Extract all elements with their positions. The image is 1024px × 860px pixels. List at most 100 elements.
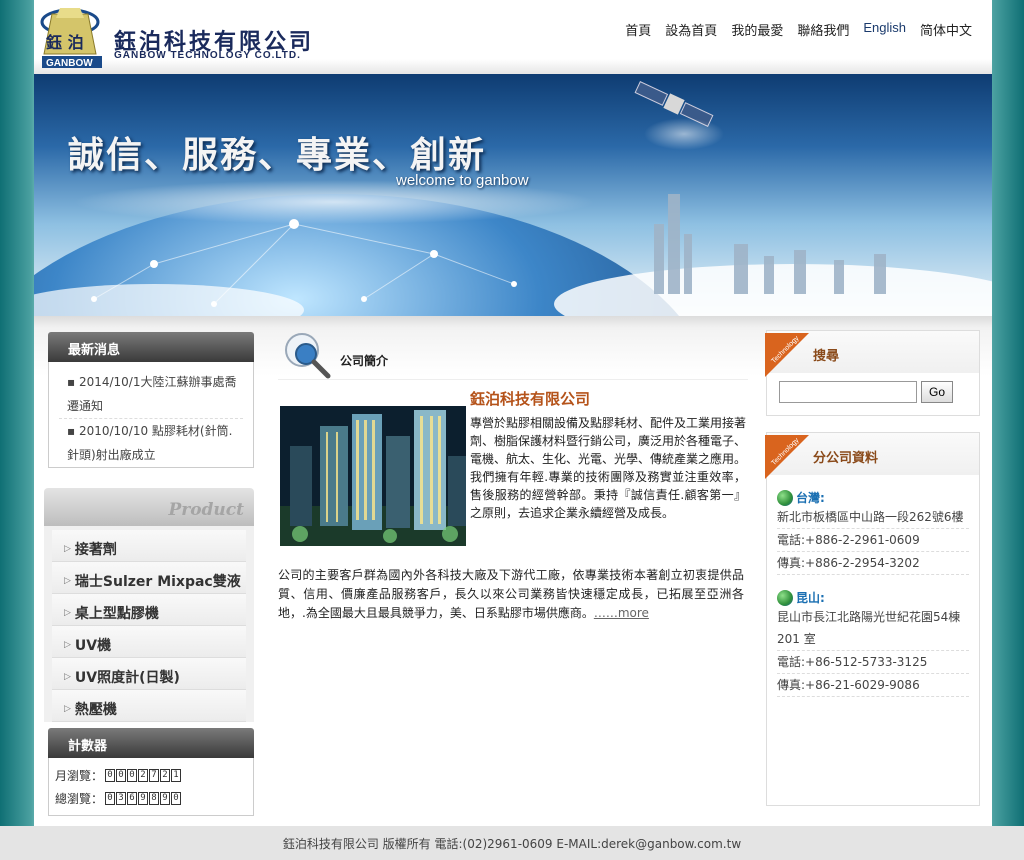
- footer: 鈺泊科技有限公司 版權所有 電話:(02)2961-0609 E-MAIL:de…: [0, 826, 1024, 860]
- product-item[interactable]: ▷ 桌上型點膠機: [52, 594, 246, 626]
- footer-text: 鈺泊科技有限公司 版權所有 電話:(02)2961-0609 E-MAIL:de…: [282, 837, 742, 851]
- company-logo-icon[interactable]: 鈺 泊 GANBOW: [40, 4, 104, 70]
- magnifier-icon: [285, 333, 331, 379]
- branch-address: 昆山市長江北路陽光世紀花園54棟201 室: [777, 606, 969, 651]
- globe-icon: [777, 589, 793, 606]
- product-item-label[interactable]: 桌上型點膠機: [75, 603, 159, 623]
- intro-paragraph-1: 專營於點膠相關設備及點膠耗材、配件及工業用接著劑、樹脂保護材料暨行銷公司，廣泛用…: [470, 416, 747, 520]
- branch-title: 分公司資料: [813, 451, 879, 466]
- monthly-views-row: 月瀏覽： 0 0 0 2 7 2 1: [55, 764, 247, 787]
- monthly-views-digits: 0 0 0 2 7 2 1: [105, 769, 182, 782]
- branch-tel: 電話:+886-2-2961-0609: [777, 529, 969, 552]
- logo-badge-text: GANBOW: [46, 58, 93, 69]
- product-item-label[interactable]: UV照度計(日製): [75, 667, 180, 687]
- intro-paragraph-2-text: 公司的主要客戶群為國內外各科技大廠及下游代工廠，依專業技術本著創立初衷提供品質、…: [278, 568, 744, 620]
- news-list: ▪ 2014/10/1大陸江蘇辦事處喬遷通知 ▪ 2010/10/10 點膠耗材…: [48, 362, 254, 468]
- branch-name: 台灣:: [777, 489, 969, 506]
- triangle-right-icon: ▷: [64, 544, 71, 554]
- counter-title: 計數器: [48, 728, 254, 758]
- product-box: Product ▷ 接著劑 ▷ 瑞士Sulzer Mixpac雙液 ▷ 桌上型點膠機 …: [44, 488, 254, 722]
- search-box: Technology 搜尋 Go: [765, 330, 980, 416]
- product-item-label[interactable]: 熱壓機: [75, 699, 117, 719]
- news-title: 最新消息: [48, 332, 254, 362]
- monthly-views-label: 月瀏覽：: [55, 769, 104, 783]
- technology-tag-icon: Technology: [765, 435, 809, 479]
- branch-fax: 傳真:+86-21-6029-9086: [777, 674, 969, 697]
- nav-home[interactable]: 首頁: [625, 20, 651, 39]
- total-views-digits: 0 3 6 9 8 9 0: [105, 792, 182, 805]
- product-header: Product: [44, 488, 254, 526]
- product-item[interactable]: ▷ 接著劑: [52, 530, 246, 562]
- banner-welcome: welcome to ganbow: [396, 172, 529, 189]
- counter-digit: 7: [149, 769, 160, 782]
- branch-fax: 傳真:+886-2-2954-3202: [777, 552, 969, 575]
- nav-set-homepage[interactable]: 設為首頁: [665, 20, 717, 39]
- nav-simplified-chinese[interactable]: 简体中文: [920, 20, 972, 39]
- counter-digit: 3: [116, 792, 127, 805]
- triangle-right-icon: ▷: [64, 672, 71, 682]
- branch-taiwan: 台灣: 新北市板橋區中山路一段262號6樓 電話:+886-2-2961-060…: [767, 475, 979, 575]
- header: 鈺 泊 GANBOW 鈺泊科技有限公司 GANBOW TECHNOLOGY CO…: [34, 0, 992, 74]
- product-item-label[interactable]: 瑞士Sulzer Mixpac雙液: [75, 571, 241, 591]
- branch-address: 新北市板橋區中山路一段262號6樓: [777, 506, 969, 529]
- page-container: 鈺 泊 GANBOW 鈺泊科技有限公司 GANBOW TECHNOLOGY CO…: [34, 0, 992, 826]
- triangle-right-icon: ▷: [64, 704, 71, 714]
- product-item[interactable]: ▷ UV照度計(日製): [52, 658, 246, 690]
- product-item-label[interactable]: 接著劑: [75, 539, 117, 559]
- counter-digit: 0: [127, 769, 138, 782]
- branch-name-text: 台灣:: [796, 491, 825, 505]
- read-more-link[interactable]: ……more: [594, 606, 649, 620]
- logo-english-name: GANBOW TECHNOLOGY CO.LTD.: [114, 50, 301, 61]
- hero-banner: 誠信、服務、專業、創新 welcome to ganbow: [34, 74, 992, 316]
- product-item-label[interactable]: UV機: [75, 635, 111, 655]
- product-item[interactable]: ▷ UV機: [52, 626, 246, 658]
- branch-kunshan: 昆山: 昆山市長江北路陽光世紀花園54棟201 室 電話:+86-512-573…: [767, 575, 979, 697]
- news-item[interactable]: ▪ 2014/10/1大陸江蘇辦事處喬遷通知: [59, 370, 243, 419]
- branch-header: Technology 分公司資料: [765, 433, 979, 479]
- news-item-text[interactable]: 2010/10/10 點膠耗材(針筒.針頭)射出廠成立: [67, 424, 232, 462]
- product-item[interactable]: ▷ 瑞士Sulzer Mixpac雙液: [52, 562, 246, 594]
- counter-digit: 0: [171, 792, 182, 805]
- logo-badge-chars: 鈺 泊: [46, 33, 84, 52]
- left-column: 最新消息 ▪ 2014/10/1大陸江蘇辦事處喬遷通知 ▪ 2010/10/10…: [44, 332, 254, 816]
- counter-digit: 0: [116, 769, 127, 782]
- triangle-right-icon: ▷: [64, 640, 71, 650]
- search-form: Go: [767, 373, 979, 415]
- branch-box: Technology 分公司資料 台灣: 新北市板橋區中山路一段262號6樓 電…: [765, 432, 980, 806]
- intro-paragraph-2: 公司的主要客戶群為國內外各科技大廠及下游代工廠，依專業技術本著創立初衷提供品質、…: [278, 566, 744, 623]
- nav-contact[interactable]: 聯絡我們: [797, 20, 849, 39]
- counter-body: 月瀏覽： 0 0 0 2 7 2 1 總瀏覽： 0 3 6 9 8 9 0: [48, 758, 254, 816]
- news-box: 最新消息 ▪ 2014/10/1大陸江蘇辦事處喬遷通知 ▪ 2010/10/10…: [48, 332, 254, 468]
- search-go-button[interactable]: Go: [921, 381, 953, 403]
- news-item-text[interactable]: 2014/10/1大陸江蘇辦事處喬遷通知: [67, 375, 236, 413]
- total-views-label: 總瀏覽：: [55, 792, 104, 806]
- branch-tel: 電話:+86-512-5733-3125: [777, 651, 969, 674]
- search-header: Technology 搜尋: [765, 331, 979, 377]
- triangle-right-icon: ▷: [64, 576, 71, 586]
- counter-box: 計數器 月瀏覽： 0 0 0 2 7 2 1 總瀏覽： 0 3 6 9 8 9 …: [48, 728, 254, 816]
- company-name-heading: 鈺泊科技有限公司: [470, 390, 591, 408]
- product-list: ▷ 接著劑 ▷ 瑞士Sulzer Mixpac雙液 ▷ 桌上型點膠機 ▷ UV機 ▷ UV…: [44, 526, 254, 722]
- counter-digit: 0: [105, 769, 116, 782]
- counter-digit: 6: [127, 792, 138, 805]
- company-intro-section: 公司簡介 鈺泊科技有限公司 專營於點膠相關設備及點膠耗材、配件及工業用接著劑、樹…: [278, 330, 748, 620]
- right-column: Technology 搜尋 Go Technology 分公司資料 台灣: 新北…: [765, 330, 980, 806]
- product-title: Product: [168, 500, 244, 520]
- nav-english[interactable]: English: [863, 20, 906, 39]
- search-input[interactable]: [779, 381, 917, 403]
- total-views-row: 總瀏覽： 0 3 6 9 8 9 0: [55, 787, 247, 810]
- branch-name: 昆山:: [777, 589, 969, 606]
- counter-digit: 2: [160, 769, 171, 782]
- globe-icon: [777, 489, 793, 506]
- counter-digit: 8: [149, 792, 160, 805]
- intro-section-header: 公司簡介: [278, 330, 748, 380]
- counter-digit: 1: [171, 769, 182, 782]
- triangle-right-icon: ▷: [64, 608, 71, 618]
- product-item[interactable]: ▷ 熱壓機: [52, 690, 246, 722]
- top-nav: 首頁 設為首頁 我的最愛 聯絡我們 English 简体中文: [625, 20, 972, 39]
- counter-digit: 9: [160, 792, 171, 805]
- branch-name-text: 昆山:: [796, 591, 825, 605]
- city-night-image: [280, 406, 466, 546]
- nav-favorites[interactable]: 我的最愛: [731, 20, 783, 39]
- news-item[interactable]: ▪ 2010/10/10 點膠耗材(針筒.針頭)射出廠成立: [59, 419, 243, 467]
